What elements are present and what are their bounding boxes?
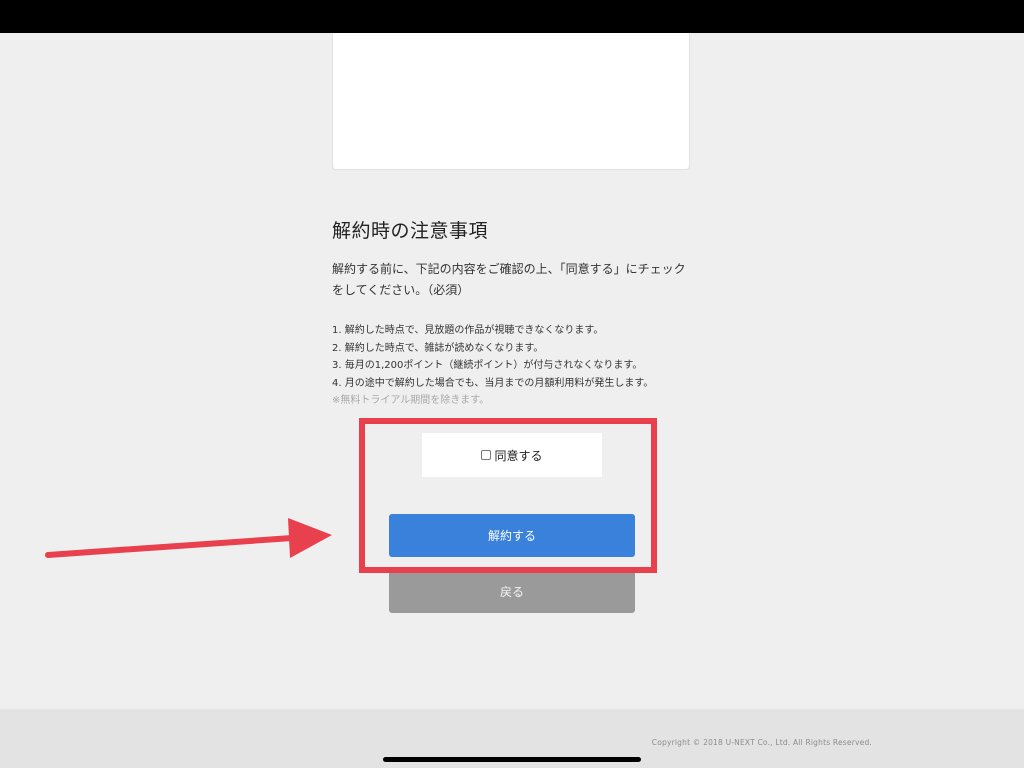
home-indicator[interactable] <box>383 757 641 762</box>
highlight-annotation-box <box>359 418 657 573</box>
page-content: 解約時の注意事項 解約する前に、下記の内容をご確認の上、「同意する」にチェックを… <box>0 33 1024 768</box>
notice-item: 2. 解約した時点で、雑誌が読めなくなります。 <box>332 342 544 354</box>
notice-title: 解約時の注意事項 <box>332 220 489 242</box>
content-card <box>332 33 690 170</box>
back-button[interactable]: 戻る <box>389 570 635 613</box>
copyright-text: Copyright © 2018 U-NEXT Co., Ltd. All Ri… <box>651 738 872 747</box>
notice-intro: 解約する前に、下記の内容をご確認の上、「同意する」にチェックをしてください。（必… <box>332 262 686 297</box>
notice-item: 1. 解約した時点で、見放題の作品が視聴できなくなります。 <box>332 325 604 336</box>
notice-note: ※無料トライアル期間を除きます。 <box>332 395 490 406</box>
pointer-arrow-icon <box>45 518 332 558</box>
notice-item: 4. 月の途中で解約した場合でも、当月までの月額利用料が発生します。 <box>332 377 654 389</box>
status-bar <box>0 0 1024 33</box>
notice-item: 3. 毎月の1,200ポイント（継続ポイント）が付与されなくなります。 <box>332 360 643 371</box>
notice-list: 1. 解約した時点で、見放題の作品が視聴できなくなります。 2. 解約した時点で… <box>332 322 712 392</box>
